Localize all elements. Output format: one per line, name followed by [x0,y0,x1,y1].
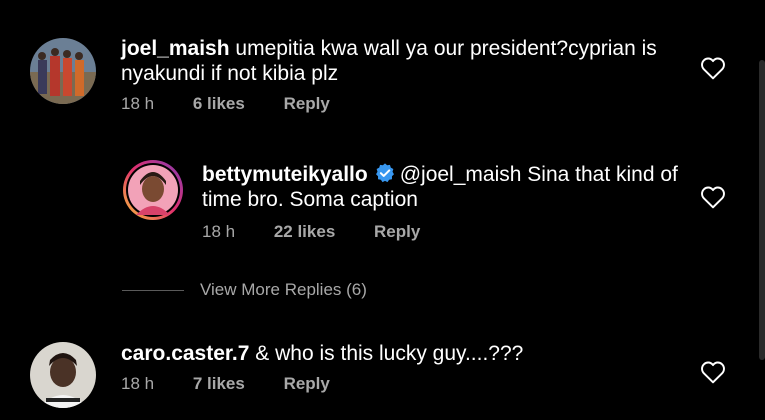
view-more-replies[interactable]: View More Replies (6) [122,280,367,300]
comment-meta: 18 h 7 likes Reply [121,374,330,394]
comment-likes[interactable]: 7 likes [193,374,245,393]
comment-time: 18 h [121,94,155,113]
comment-body: & who is this lucky guy....??? [255,342,524,365]
comment-joel-maish: joel_maish umepitia kwa wall ya our pres… [0,0,765,130]
verified-badge-icon [375,163,394,183]
comment-time: 18 h [121,374,155,393]
reply-button[interactable]: Reply [284,374,330,393]
comment-body: umepitia kwa wall ya our president?cypri… [235,37,657,60]
reply-meta: 18 h 22 likes Reply [202,222,420,242]
reply-mention[interactable]: @joel_maish [400,163,522,186]
reply-text-line1: bettymuteikyallo @joel_maish Sina that k… [202,162,678,187]
avatar-bettymuteikyallo[interactable] [122,159,184,221]
reply-body: Sina that kind of [527,163,678,186]
comment-likes[interactable]: 6 likes [193,94,245,113]
comment-text-line2: nyakundi if not kibia plz [121,62,339,85]
avatar-caro-caster[interactable] [30,342,96,408]
comment-text-line1: caro.caster.7 & who is this lucky guy...… [121,341,523,366]
comment-meta: 18 h 6 likes Reply [121,94,330,114]
heart-outline-icon[interactable] [700,185,726,209]
view-more-divider [122,290,184,292]
comment-caro-caster: caro.caster.7 & who is this lucky guy...… [0,330,765,420]
view-more-label: View More Replies (6) [200,280,367,299]
scrollbar[interactable] [759,60,765,360]
reply-text-line2: time bro. Soma caption [202,188,418,211]
reply-button[interactable]: Reply [374,222,420,241]
heart-outline-icon[interactable] [700,56,726,80]
reply-username[interactable]: bettymuteikyallo [202,163,368,186]
comment-username[interactable]: joel_maish [121,37,230,60]
avatar-joel-maish[interactable] [30,38,96,104]
reply-time: 18 h [202,222,236,241]
reply-likes[interactable]: 22 likes [274,222,335,241]
comment-username[interactable]: caro.caster.7 [121,342,249,365]
comment-text-line1: joel_maish umepitia kwa wall ya our pres… [121,36,657,61]
reply-bettymuteikyallo: bettymuteikyallo @joel_maish Sina that k… [0,140,765,260]
heart-outline-icon[interactable] [700,360,726,384]
reply-button[interactable]: Reply [284,94,330,113]
